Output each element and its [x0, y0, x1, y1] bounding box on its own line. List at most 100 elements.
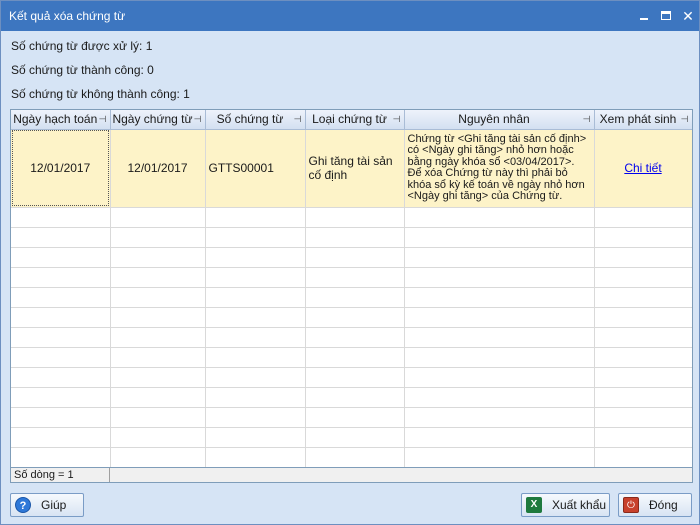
table-row[interactable]: 12/01/2017 12/01/2017 GTTS00001 Ghi tăng… — [11, 129, 692, 208]
cell-voucher-date[interactable]: 12/01/2017 — [110, 129, 206, 208]
pin-icon[interactable]: ⊣ — [393, 114, 401, 125]
empty-cell — [110, 347, 206, 368]
minimize-icon — [640, 18, 648, 20]
help-button[interactable]: ? Giúp — [10, 493, 84, 517]
empty-cell — [305, 247, 405, 268]
empty-cell — [11, 307, 111, 328]
empty-cell — [11, 427, 111, 448]
empty-cell — [110, 227, 206, 248]
pin-icon[interactable]: ⊣ — [294, 114, 302, 125]
empty-cell — [594, 207, 692, 228]
empty-cell — [205, 287, 306, 308]
empty-cell — [205, 307, 306, 328]
empty-cell — [404, 287, 595, 308]
column-header-voucher-date[interactable]: Ngày chứng từ ⊣ — [110, 110, 206, 130]
empty-row — [11, 327, 692, 348]
empty-row — [11, 407, 692, 428]
empty-cell — [205, 407, 306, 428]
empty-cell — [305, 267, 405, 288]
excel-icon: X — [526, 497, 542, 513]
failed-count: Số chứng từ không thành công: 1 — [11, 87, 190, 101]
column-header-detail[interactable]: Xem phát sinh ⊣ — [594, 110, 692, 130]
empty-cell — [305, 447, 405, 468]
export-button-label: Xuất khẩu — [552, 498, 607, 512]
column-header-voucher-no[interactable]: Số chứng từ ⊣ — [205, 110, 306, 130]
empty-cell — [205, 367, 306, 388]
pin-icon[interactable]: ⊣ — [99, 114, 107, 125]
empty-cell — [110, 447, 206, 468]
empty-row — [11, 387, 692, 408]
cell-posting-date[interactable]: 12/01/2017 — [11, 129, 111, 208]
empty-cell — [205, 327, 306, 348]
empty-cell — [11, 367, 111, 388]
empty-cell — [594, 447, 692, 468]
grid-header-row: Ngày hạch toán ⊣ Ngày chứng từ ⊣ Số chứng … — [11, 110, 692, 130]
export-button[interactable]: X Xuất khẩu — [521, 493, 610, 517]
empty-cell — [305, 287, 405, 308]
success-count: Số chứng từ thành công: 0 — [11, 63, 154, 77]
empty-cell — [404, 407, 595, 428]
window-close-button[interactable]: ✕ — [681, 9, 695, 23]
close-button-label: Đóng — [649, 498, 678, 512]
empty-row — [11, 347, 692, 368]
empty-cell — [110, 287, 206, 308]
empty-row — [11, 287, 692, 308]
empty-cell — [110, 427, 206, 448]
cell-voucher-type[interactable]: Ghi tăng tài sản cố định — [305, 129, 405, 208]
cell-detail[interactable]: Chi tiết — [594, 129, 692, 208]
empty-cell — [11, 247, 111, 268]
pin-icon[interactable]: ⊣ — [583, 114, 591, 125]
empty-cell — [404, 247, 595, 268]
column-header-posting-date[interactable]: Ngày hạch toán ⊣ — [11, 110, 111, 130]
empty-cell — [205, 247, 306, 268]
empty-row — [11, 227, 692, 248]
result-dialog: Kết quả xóa chứng từ ✕ Số chứng từ được … — [0, 0, 700, 525]
minimize-button[interactable] — [637, 9, 651, 23]
empty-cell — [110, 407, 206, 428]
empty-cell — [110, 267, 206, 288]
empty-cell — [11, 347, 111, 368]
empty-cell — [11, 327, 111, 348]
column-header-voucher-type[interactable]: Loại chứng từ ⊣ — [305, 110, 405, 130]
empty-cell — [404, 447, 595, 468]
empty-row — [11, 367, 692, 388]
cell-voucher-no[interactable]: GTTS00001 — [205, 129, 306, 208]
result-grid: Ngày hạch toán ⊣ Ngày chứng từ ⊣ Số chứng … — [10, 109, 693, 483]
empty-cell — [11, 227, 111, 248]
empty-cell — [404, 427, 595, 448]
processed-count: Số chứng từ được xử lý: 1 — [11, 39, 153, 53]
empty-row — [11, 207, 692, 228]
empty-cell — [110, 387, 206, 408]
detail-link[interactable]: Chi tiết — [624, 161, 661, 175]
empty-cell — [404, 267, 595, 288]
empty-cell — [594, 387, 692, 408]
empty-cell — [594, 327, 692, 348]
empty-cell — [404, 367, 595, 388]
pin-icon[interactable]: ⊣ — [681, 114, 689, 125]
empty-cell — [305, 427, 405, 448]
close-icon: ✕ — [682, 8, 694, 24]
empty-cell — [594, 267, 692, 288]
close-button[interactable]: ⏻ Đóng — [618, 493, 692, 517]
title-bar: Kết quả xóa chứng từ ✕ — [1, 1, 699, 31]
empty-row — [11, 247, 692, 268]
empty-cell — [11, 287, 111, 308]
empty-cell — [305, 307, 405, 328]
empty-cell — [594, 227, 692, 248]
cell-reason[interactable]: Chứng từ <Ghi tăng tài sản cố định> có <… — [404, 129, 595, 208]
maximize-icon — [661, 11, 671, 20]
maximize-button[interactable] — [659, 9, 673, 23]
help-button-label: Giúp — [41, 498, 67, 512]
empty-cell — [305, 407, 405, 428]
column-header-reason[interactable]: Nguyên nhân ⊣ — [404, 110, 595, 130]
empty-cell — [594, 287, 692, 308]
empty-cell — [305, 347, 405, 368]
empty-cell — [594, 407, 692, 428]
empty-cell — [11, 267, 111, 288]
empty-cell — [205, 447, 306, 468]
empty-cell — [404, 227, 595, 248]
empty-row — [11, 427, 692, 448]
pin-icon[interactable]: ⊣ — [194, 114, 202, 125]
window-title: Kết quả xóa chứng từ — [9, 9, 126, 23]
empty-cell — [404, 307, 595, 328]
